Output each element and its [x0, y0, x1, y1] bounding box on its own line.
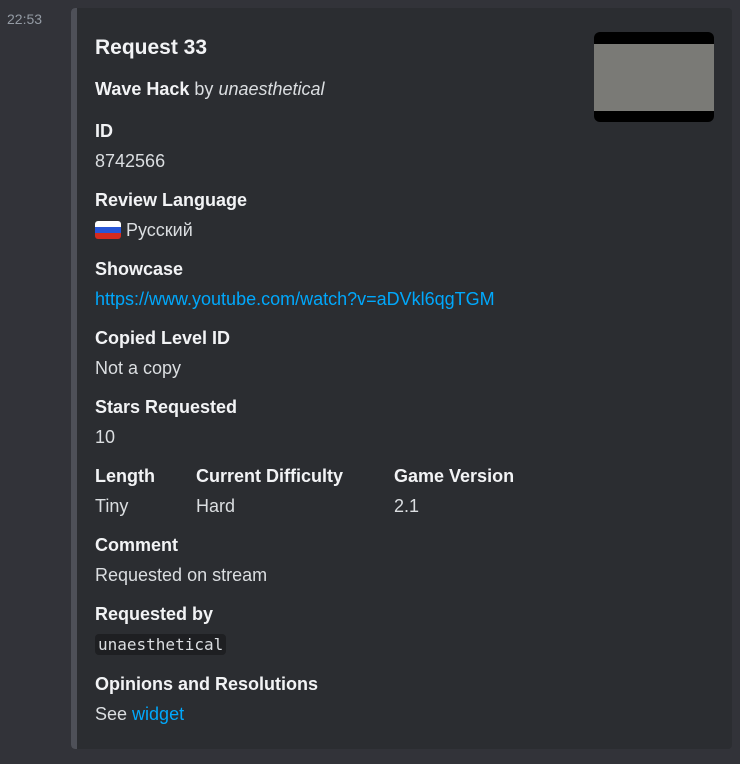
field-review-language: Review Language Русский — [95, 188, 247, 242]
field-requested-by-name: Requested by — [95, 604, 214, 624]
widget-link[interactable]: widget — [132, 704, 184, 724]
level-name: Wave Hack — [95, 79, 190, 99]
level-author: unaesthetical — [218, 79, 325, 99]
field-stars-requested-value: 10 — [95, 427, 116, 447]
field-showcase: Showcase https://www.youtube.com/watch?v… — [95, 257, 495, 311]
embed-thumbnail[interactable] — [594, 32, 714, 122]
field-current-difficulty-value: Hard — [196, 496, 236, 516]
field-showcase-name: Showcase — [95, 259, 184, 279]
thumbnail-image — [594, 44, 714, 111]
field-length: Length Tiny — [95, 464, 155, 518]
field-stars-requested-name: Stars Requested — [95, 397, 238, 417]
russia-flag-icon — [95, 221, 121, 239]
field-comment: Comment Requested on stream — [95, 533, 267, 587]
embed-color-bar — [71, 8, 77, 749]
field-current-difficulty-name: Current Difficulty — [196, 466, 344, 486]
field-game-version-value: 2.1 — [394, 496, 420, 516]
field-requested-by-value-row: unaesthetical — [95, 632, 227, 657]
field-opinions-value-row: See widget — [95, 702, 318, 726]
field-current-difficulty: Current Difficulty Hard — [196, 464, 343, 518]
requester-code: unaesthetical — [95, 634, 227, 655]
field-review-language-value: Русский — [126, 220, 193, 240]
field-requested-by: Requested by unaesthetical — [95, 602, 227, 657]
field-id-value: 8742566 — [95, 151, 166, 171]
message-timestamp[interactable]: 22:53 — [7, 11, 42, 27]
field-comment-name: Comment — [95, 535, 179, 555]
field-copied-level-id-name: Copied Level ID — [95, 328, 231, 348]
field-id: ID 8742566 — [95, 119, 165, 173]
embed-description: Wave Hack by unaesthetical — [95, 79, 325, 100]
field-id-name: ID — [95, 121, 113, 141]
embed-title: Request 33 — [95, 36, 208, 59]
field-game-version-name: Game Version — [394, 466, 515, 486]
field-comment-value: Requested on stream — [95, 565, 268, 585]
field-copied-level-id: Copied Level ID Not a copy — [95, 326, 230, 380]
field-game-version: Game Version 2.1 — [394, 464, 514, 518]
field-showcase-value-row: https://www.youtube.com/watch?v=aDVkl6qg… — [95, 287, 495, 311]
field-length-name: Length — [95, 466, 155, 486]
opinions-prefix: See — [95, 704, 128, 724]
field-copied-level-id-value: Not a copy — [95, 358, 182, 378]
embed-card: Request 33 Wave Hack by unaesthetical ID… — [71, 8, 732, 749]
field-length-value: Tiny — [95, 496, 129, 516]
field-opinions-name: Opinions and Resolutions — [95, 674, 319, 694]
showcase-link[interactable]: https://www.youtube.com/watch?v=aDVkl6qg… — [95, 289, 495, 309]
field-stars-requested: Stars Requested 10 — [95, 395, 237, 449]
field-review-language-name: Review Language — [95, 190, 248, 210]
field-opinions: Opinions and Resolutions See widget — [95, 672, 318, 726]
by-word: by — [194, 79, 214, 99]
field-review-language-value-row: Русский — [95, 218, 247, 242]
